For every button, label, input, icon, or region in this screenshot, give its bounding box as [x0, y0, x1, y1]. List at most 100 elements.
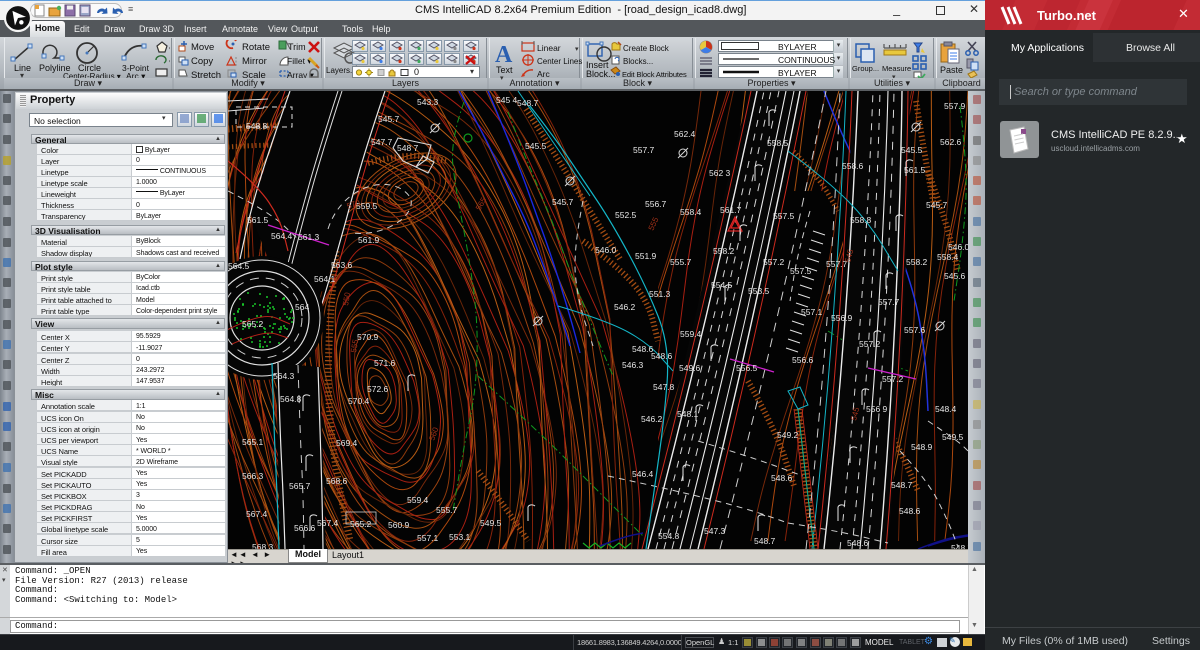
svg-text:562.6: 562.6 — [940, 137, 962, 147]
svg-text:572.6: 572.6 — [367, 384, 389, 394]
svg-text:561.9: 561.9 — [358, 235, 380, 245]
svg-text:558.4: 558.4 — [937, 252, 959, 262]
svg-text:566.3: 566.3 — [242, 471, 264, 481]
svg-text:564.5: 564.5 — [228, 261, 250, 271]
svg-text:559.4: 559.4 — [680, 329, 702, 339]
svg-text:Create Block: Create Block — [623, 44, 670, 53]
svg-text:557.6: 557.6 — [904, 325, 926, 335]
svg-text:546.2: 546.2 — [641, 414, 663, 424]
svg-text:548.6: 548.6 — [899, 506, 921, 516]
svg-text:565.7: 565.7 — [289, 481, 311, 491]
svg-text:546.3: 546.3 — [622, 360, 644, 370]
svg-text:556 9: 556 9 — [866, 404, 888, 414]
svg-text:Group...: Group... — [852, 64, 879, 73]
svg-text:561.7: 561.7 — [720, 205, 742, 215]
svg-text:543.3: 543.3 — [417, 97, 439, 107]
svg-text:547.8: 547.8 — [653, 382, 675, 392]
svg-text:Blocks...: Blocks... — [623, 57, 653, 66]
svg-text:▾: ▾ — [500, 75, 504, 80]
svg-text:548.6: 548.6 — [651, 351, 673, 361]
svg-text:Arc: Arc — [537, 69, 551, 79]
svg-text:545.5: 545.5 — [525, 141, 547, 151]
svg-text:Move: Move — [191, 42, 214, 53]
svg-text:571.6: 571.6 — [374, 358, 396, 368]
svg-text:557.7: 557.7 — [633, 145, 655, 155]
svg-text:548.6: 548.6 — [847, 538, 869, 548]
svg-text:548.7: 548.7 — [517, 98, 539, 108]
svg-text:548.9: 548.9 — [911, 442, 933, 452]
svg-text:552.5: 552.5 — [615, 210, 637, 220]
svg-text:557.1: 557.1 — [417, 533, 439, 543]
svg-text:548 7: 548 7 — [397, 143, 419, 153]
svg-text:Trim: Trim — [288, 42, 306, 52]
svg-text:Linear: Linear — [537, 43, 561, 53]
svg-text:557.9: 557.9 — [944, 101, 966, 111]
svg-text:558.2: 558.2 — [713, 246, 735, 256]
svg-text:564.8: 564.8 — [280, 394, 302, 404]
svg-text:564: 564 — [295, 302, 309, 312]
svg-text:548.8: 548.8 — [246, 121, 268, 131]
svg-text:553.5: 553.5 — [748, 286, 770, 296]
svg-text:548.4: 548.4 — [935, 404, 957, 414]
svg-text:545.5: 545.5 — [901, 145, 923, 155]
svg-text:555.7: 555.7 — [670, 257, 692, 267]
svg-text:557.2: 557.2 — [763, 257, 785, 267]
svg-text:558.4: 558.4 — [680, 207, 702, 217]
svg-text:547.7: 547.7 — [371, 137, 393, 147]
svg-text:557.1: 557.1 — [801, 307, 823, 317]
svg-text:565.1: 565.1 — [242, 437, 264, 447]
svg-text:567.4: 567.4 — [317, 518, 339, 528]
svg-text:548.7: 548.7 — [891, 480, 913, 490]
svg-text:549.2: 549.2 — [777, 430, 799, 440]
svg-text:557.7: 557.7 — [878, 297, 900, 307]
svg-text:551.3: 551.3 — [649, 289, 671, 299]
svg-text:564.3: 564.3 — [273, 371, 295, 381]
svg-text:559.4: 559.4 — [407, 495, 429, 505]
svg-text:554.5: 554.5 — [711, 280, 733, 290]
svg-text:564.4: 564.4 — [271, 231, 293, 241]
svg-text:Center-Radius ▾: Center-Radius ▾ — [63, 72, 121, 78]
svg-text:557.2: 557.2 — [859, 339, 881, 349]
svg-text:548.6: 548.6 — [771, 473, 793, 483]
svg-text:560.9: 560.9 — [388, 520, 410, 530]
svg-text:Text: Text — [496, 65, 513, 75]
svg-text:Stretch: Stretch — [191, 70, 221, 78]
svg-text:556.6: 556.6 — [792, 355, 814, 365]
svg-text:556.9: 556.9 — [831, 313, 853, 323]
svg-text:Paste: Paste — [940, 65, 963, 75]
svg-text:558.8: 558.8 — [850, 215, 872, 225]
svg-text:Scale: Scale — [242, 70, 266, 78]
svg-text:568.6: 568.6 — [326, 476, 348, 486]
svg-text:558.6: 558.6 — [842, 161, 864, 171]
svg-text:Copy: Copy — [191, 56, 213, 67]
svg-text:546.4: 546.4 — [632, 469, 654, 479]
svg-text:548.6: 548.6 — [632, 344, 654, 354]
svg-text:548.1: 548.1 — [677, 409, 699, 419]
svg-text:553.1: 553.1 — [449, 532, 471, 542]
svg-text:556.5: 556.5 — [736, 363, 758, 373]
svg-text:▾: ▾ — [892, 74, 896, 78]
svg-text:569.4: 569.4 — [336, 438, 358, 448]
svg-text:▾: ▾ — [169, 59, 170, 66]
svg-text:551.9: 551.9 — [635, 251, 657, 261]
svg-text:▾: ▾ — [20, 71, 24, 78]
svg-text:545 4: 545 4 — [496, 95, 518, 105]
svg-text:565.2: 565.2 — [242, 319, 264, 329]
svg-text:549.6: 549.6 — [679, 363, 701, 373]
svg-text:554.8: 554.8 — [658, 531, 680, 541]
svg-text:545.7: 545.7 — [926, 200, 948, 210]
svg-text:545.7: 545.7 — [378, 114, 400, 124]
svg-text:▾: ▾ — [169, 46, 170, 53]
svg-text:558.5: 558.5 — [767, 138, 789, 148]
svg-text:562.4: 562.4 — [674, 129, 696, 139]
svg-text:557.5: 557.5 — [773, 211, 795, 221]
svg-text:548.7: 548.7 — [754, 536, 776, 546]
svg-text:547.3: 547.3 — [704, 526, 726, 536]
svg-text:561.5: 561.5 — [247, 215, 269, 225]
svg-text:562 3: 562 3 — [709, 168, 731, 178]
svg-text:545.6: 545.6 — [944, 271, 966, 281]
svg-text:557.5: 557.5 — [790, 266, 812, 276]
svg-text:Measure: Measure — [882, 64, 911, 73]
svg-text:570.4: 570.4 — [348, 396, 370, 406]
svg-text:567.4: 567.4 — [246, 509, 268, 519]
